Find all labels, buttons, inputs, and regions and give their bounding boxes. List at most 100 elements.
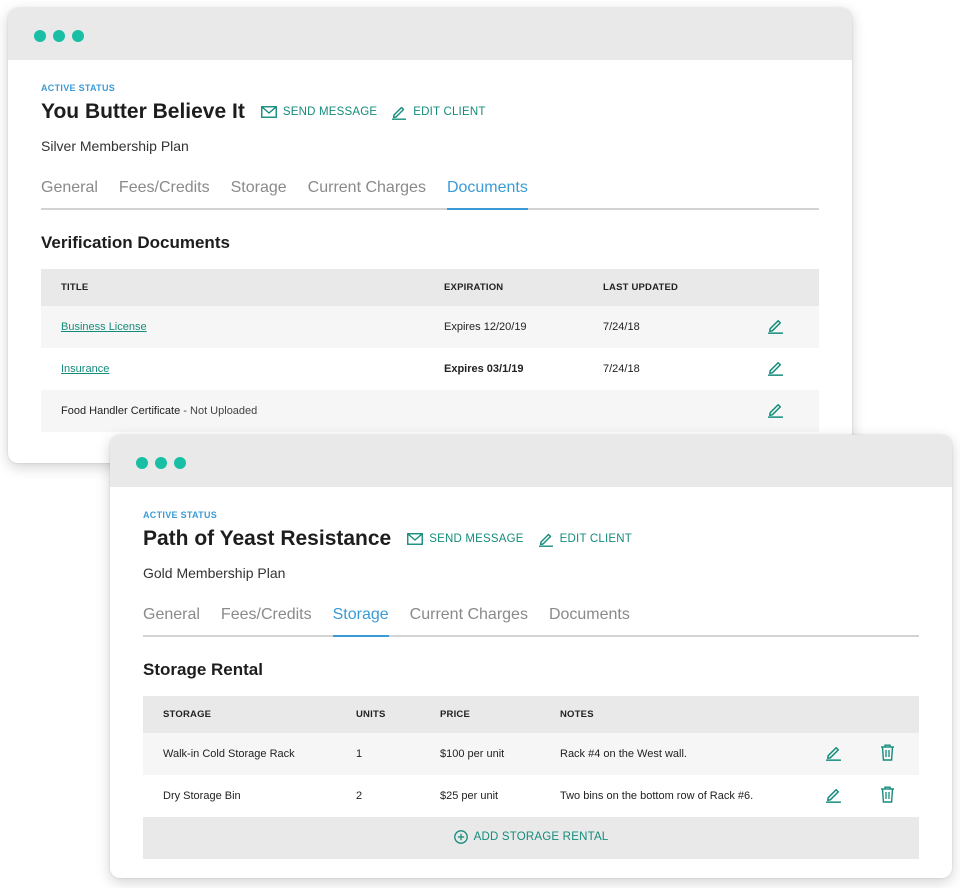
column-header-expiration: EXPIRATION: [443, 269, 602, 306]
window-titlebar: [110, 435, 952, 487]
section-title: Verification Documents: [41, 233, 230, 252]
window-controls: [136, 457, 186, 469]
window-dot-icon[interactable]: [34, 30, 46, 42]
document-link[interactable]: Business License: [61, 321, 147, 333]
trash-icon: [880, 786, 894, 803]
window-dot-icon[interactable]: [72, 30, 84, 42]
column-header-actions: [811, 696, 855, 733]
notes-cell: Rack #4 on the West wall.: [559, 733, 811, 775]
pencil-icon: [767, 319, 783, 334]
actions-cell: [731, 348, 819, 390]
expiration-cell: Expires 12/20/19: [443, 306, 602, 348]
units-cell: 2: [355, 775, 439, 817]
window-dot-icon[interactable]: [174, 457, 186, 469]
actions-cell: [731, 390, 819, 432]
document-title-cell: Business License: [41, 306, 443, 348]
membership-plan: Gold Membership Plan: [143, 565, 286, 581]
tab-current-charges[interactable]: Current Charges: [308, 176, 426, 208]
edit-client-label: EDIT CLIENT: [559, 533, 632, 545]
pencil-icon: [825, 746, 841, 761]
document-title-cell: Insurance: [41, 348, 443, 390]
table-row: Food Handler Certificate - Not Uploaded: [41, 390, 819, 432]
column-header-title: TITLE: [41, 269, 443, 306]
delete-cell: [855, 733, 919, 775]
upload-status: - Not Uploaded: [180, 405, 258, 417]
table-header-row: TITLE EXPIRATION LAST UPDATED: [41, 269, 819, 306]
column-header-price: PRICE: [439, 696, 559, 733]
status-label: ACTIVE STATUS: [41, 83, 116, 93]
send-message-button[interactable]: SEND MESSAGE: [260, 106, 378, 118]
send-message-label: SEND MESSAGE: [282, 106, 378, 118]
section-title: Storage Rental: [143, 660, 263, 679]
tab-documents[interactable]: Documents: [446, 176, 528, 210]
client-window-documents: ACTIVE STATUS You Butter Believe It SEND…: [8, 8, 852, 463]
envelope-icon: [407, 533, 424, 545]
table-row: Dry Storage Bin 2 $25 per unit Two bins …: [143, 775, 919, 817]
membership-plan: Silver Membership Plan: [41, 138, 189, 154]
add-row: ADD STORAGE RENTAL: [143, 817, 919, 859]
tab-general[interactable]: General: [41, 176, 98, 208]
notes-cell: Two bins on the bottom row of Rack #6.: [559, 775, 811, 817]
trash-icon: [880, 744, 894, 761]
edit-client-button[interactable]: EDIT CLIENT: [391, 104, 485, 120]
tab-bar: General Fees/Credits Storage Current Cha…: [41, 176, 819, 210]
document-link[interactable]: Insurance: [61, 363, 109, 375]
price-cell: $25 per unit: [439, 775, 559, 817]
client-header: You Butter Believe It SEND MESSAGE EDIT …: [41, 100, 486, 124]
add-storage-rental-button[interactable]: ADD STORAGE RENTAL: [453, 829, 609, 844]
send-message-button[interactable]: SEND MESSAGE: [407, 533, 523, 545]
tab-bar: General Fees/Credits Storage Current Cha…: [143, 603, 919, 637]
edit-client-button[interactable]: EDIT CLIENT: [538, 531, 632, 547]
edit-row-button[interactable]: [825, 744, 842, 764]
table-row: Business License Expires 12/20/19 7/24/1…: [41, 306, 819, 348]
window-dot-icon[interactable]: [53, 30, 65, 42]
edit-row-button[interactable]: [825, 786, 842, 806]
tab-current-charges[interactable]: Current Charges: [410, 603, 528, 635]
tab-fees-credits[interactable]: Fees/Credits: [221, 603, 312, 635]
tab-storage[interactable]: Storage: [332, 603, 389, 637]
add-storage-rental-label: ADD STORAGE RENTAL: [473, 830, 609, 843]
window-titlebar: [8, 8, 852, 60]
envelope-icon: [260, 106, 277, 118]
last-updated-cell: 7/24/18: [602, 306, 731, 348]
storage-cell: Walk-in Cold Storage Rack: [143, 733, 355, 775]
price-cell: $100 per unit: [439, 733, 559, 775]
documents-table: TITLE EXPIRATION LAST UPDATED Business L…: [41, 269, 819, 432]
pencil-icon: [767, 361, 783, 376]
send-message-label: SEND MESSAGE: [429, 533, 524, 545]
expiration-cell: [443, 390, 602, 432]
client-window-storage: ACTIVE STATUS Path of Yeast Resistance S…: [110, 435, 952, 878]
table-header-row: STORAGE UNITS PRICE NOTES: [143, 696, 919, 733]
window-dot-icon[interactable]: [136, 457, 148, 469]
status-label: ACTIVE STATUS: [143, 510, 218, 520]
last-updated-cell: 7/24/18: [602, 348, 731, 390]
column-header-actions: [731, 269, 819, 306]
column-header-storage: STORAGE: [143, 696, 355, 733]
storage-cell: Dry Storage Bin: [143, 775, 355, 817]
expiration-cell-expired: Expires 03/1/19: [443, 348, 602, 390]
tab-fees-credits[interactable]: Fees/Credits: [119, 176, 210, 208]
tab-general[interactable]: General: [143, 603, 200, 635]
edit-cell: [811, 775, 855, 817]
table-row: Walk-in Cold Storage Rack 1 $100 per uni…: [143, 733, 919, 775]
client-name: Path of Yeast Resistance: [143, 527, 392, 550]
delete-row-button[interactable]: [880, 744, 895, 764]
window-dot-icon[interactable]: [155, 457, 167, 469]
edit-row-button[interactable]: [767, 359, 784, 379]
pencil-icon: [392, 106, 407, 120]
storage-table: STORAGE UNITS PRICE NOTES Walk-in Cold S…: [143, 696, 919, 859]
delete-cell: [855, 775, 919, 817]
column-header-units: UNITS: [355, 696, 439, 733]
units-cell: 1: [355, 733, 439, 775]
edit-cell: [811, 733, 855, 775]
tab-storage[interactable]: Storage: [231, 176, 287, 208]
edit-row-button[interactable]: [767, 401, 784, 421]
window-controls: [34, 30, 84, 42]
document-title: Food Handler Certificate: [61, 405, 181, 417]
client-name: You Butter Believe It: [41, 100, 245, 123]
tab-documents[interactable]: Documents: [549, 603, 630, 635]
last-updated-cell: [602, 390, 731, 432]
delete-row-button[interactable]: [880, 786, 895, 806]
table-row: Insurance Expires 03/1/19 7/24/18: [41, 348, 819, 390]
edit-row-button[interactable]: [767, 317, 784, 337]
